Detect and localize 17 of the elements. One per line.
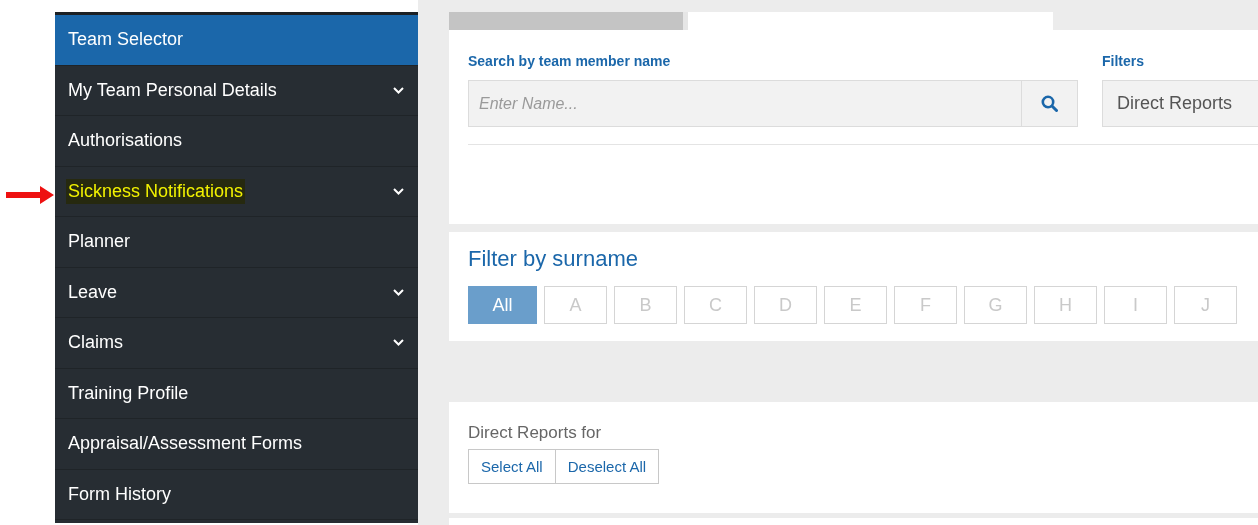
- select-button[interactable]: Select All: [468, 449, 556, 484]
- section-title: Filter by surname: [468, 246, 639, 272]
- chevron-down-icon: [393, 339, 404, 347]
- chevron-down-icon: [393, 86, 404, 94]
- chevron-down-icon: [393, 187, 404, 195]
- field-label: Filters: [1102, 53, 1145, 71]
- filter-dropdown[interactable]: Direct Reports: [1102, 80, 1258, 127]
- sidebar-item[interactable]: Sickness Notifications: [55, 166, 418, 217]
- field-label: Search by team member name: [468, 53, 672, 71]
- search-icon: [1041, 95, 1058, 112]
- chevron-down-icon: [393, 288, 404, 296]
- select-button[interactable]: Deselect All: [555, 449, 660, 484]
- arrow-icon: [6, 184, 54, 205]
- sidebar-item[interactable]: Team Selector: [55, 15, 418, 66]
- search-button[interactable]: [1021, 80, 1078, 127]
- search-field[interactable]: Enter Name...: [468, 80, 1021, 127]
- section-title: Direct Reports for: [468, 423, 603, 443]
